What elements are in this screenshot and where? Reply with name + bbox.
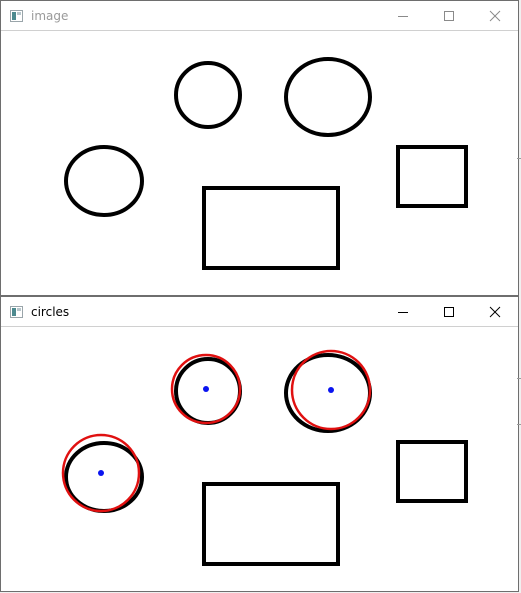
titlebar[interactable]: image bbox=[1, 1, 518, 31]
divider bbox=[517, 424, 521, 425]
maximize-button[interactable] bbox=[426, 1, 472, 30]
rectangle-shape bbox=[202, 482, 340, 566]
minimize-icon bbox=[398, 16, 408, 17]
minimize-button[interactable] bbox=[380, 297, 426, 326]
window-title: image bbox=[31, 9, 69, 23]
close-icon bbox=[489, 10, 501, 22]
circle-center-dot bbox=[203, 386, 209, 392]
minimize-button[interactable] bbox=[380, 1, 426, 30]
rectangle-shape bbox=[202, 186, 340, 270]
image-canvas bbox=[64, 57, 468, 270]
ellipse-shape bbox=[64, 441, 144, 513]
close-button[interactable] bbox=[472, 297, 518, 326]
image-window[interactable]: image bbox=[0, 0, 519, 296]
app-icon bbox=[10, 10, 23, 22]
close-icon bbox=[489, 306, 501, 318]
circle-center-dot bbox=[328, 387, 334, 393]
circle-center-dot bbox=[98, 470, 104, 476]
app-icon bbox=[10, 306, 23, 318]
minimize-icon bbox=[398, 312, 408, 313]
circles-window[interactable]: circles bbox=[0, 296, 519, 592]
circles-canvas bbox=[61, 349, 468, 566]
divider bbox=[517, 158, 521, 159]
maximize-icon bbox=[444, 11, 454, 21]
titlebar[interactable]: circles bbox=[1, 297, 518, 327]
rectangle-shape bbox=[396, 440, 468, 503]
close-button[interactable] bbox=[472, 1, 518, 30]
maximize-button[interactable] bbox=[426, 297, 472, 326]
maximize-icon bbox=[444, 307, 454, 317]
window-title: circles bbox=[31, 305, 70, 319]
ellipse-shape bbox=[284, 57, 372, 137]
ellipse-shape bbox=[174, 61, 242, 129]
divider bbox=[517, 378, 521, 379]
ellipse-shape bbox=[64, 145, 144, 217]
rectangle-shape bbox=[396, 145, 468, 208]
